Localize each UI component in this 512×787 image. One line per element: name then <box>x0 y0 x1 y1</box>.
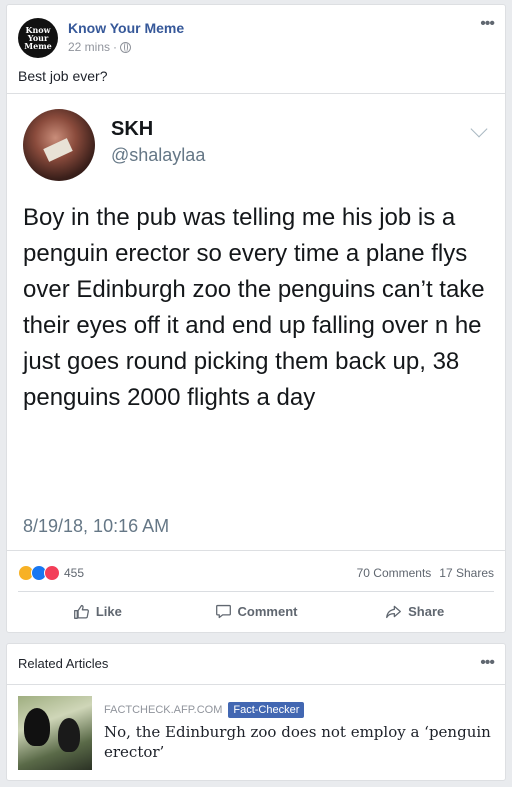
share-button[interactable]: Share <box>335 592 494 631</box>
post-text: Best job ever? <box>18 68 108 84</box>
comment-label: Comment <box>237 604 298 619</box>
comments-count[interactable]: 70 Comments <box>357 566 432 580</box>
divider <box>7 684 505 685</box>
article-source: FACTCHECK.AFP.COM <box>104 704 223 716</box>
comment-icon <box>215 604 231 619</box>
shares-count[interactable]: 17 Shares <box>439 566 494 580</box>
reaction-count: 455 <box>64 566 85 580</box>
fact-checker-badge: Fact-Checker <box>228 702 305 718</box>
related-articles-title: Related Articles <box>18 656 109 671</box>
comment-button[interactable]: Comment <box>177 592 336 631</box>
post-time[interactable]: 22 mins <box>68 40 110 54</box>
love-icon <box>44 565 60 581</box>
like-button[interactable]: Like <box>18 592 177 631</box>
chevron-down-icon[interactable] <box>470 120 488 138</box>
action-bar: Like Comment Share <box>18 591 494 631</box>
post-more-icon[interactable]: ••• <box>480 15 495 33</box>
article-source-row: FACTCHECK.AFP.COM Fact-Checker <box>104 702 305 718</box>
meta-separator: · <box>113 40 118 54</box>
globe-icon <box>120 41 132 53</box>
article-headline-link[interactable]: No, the Edinburgh zoo does not employ a … <box>104 722 494 762</box>
share-label: Share <box>408 604 445 619</box>
share-icon <box>386 605 402 619</box>
tweet-avatar <box>23 109 95 181</box>
like-label: Like <box>95 604 122 619</box>
post-card: Know Your Meme Know Your Meme 22 mins · … <box>6 4 506 633</box>
reactions-summary[interactable]: 455 <box>18 565 84 581</box>
post-meta: 22 mins · <box>68 40 132 54</box>
tweet-body: Boy in the pub was telling me his job is… <box>23 204 485 411</box>
page-avatar[interactable]: Know Your Meme <box>18 18 58 58</box>
engagement-counts: 70 Comments 17 Shares <box>357 566 494 580</box>
tweet-date: 8/19/18, 10:16 AM <box>23 516 170 536</box>
article-thumbnail[interactable] <box>18 696 92 770</box>
page-name-link[interactable]: Know Your Meme <box>68 20 184 36</box>
related-articles-card: Related Articles ••• FACTCHECK.AFP.COM F… <box>6 643 506 781</box>
embedded-tweet[interactable]: SKH @shalaylaa Boy in the pub was tellin… <box>7 93 505 551</box>
related-more-icon[interactable]: ••• <box>480 654 495 672</box>
tweet-author-name: SKH <box>111 118 154 140</box>
thumbs-up-icon <box>73 604 89 619</box>
tweet-author-handle: @shalaylaa <box>111 145 206 165</box>
